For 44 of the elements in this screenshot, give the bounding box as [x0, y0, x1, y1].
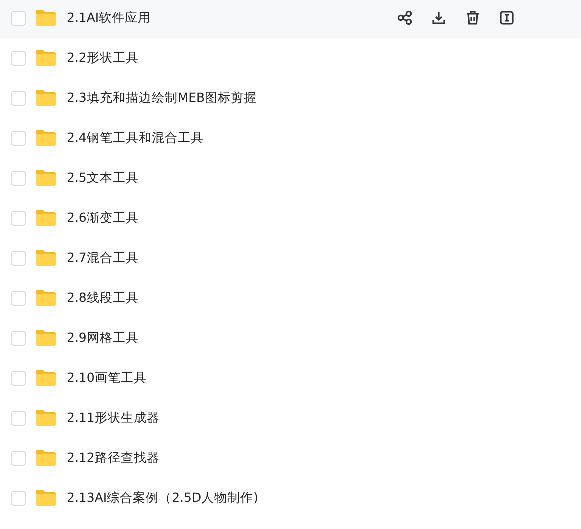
checkbox[interactable] [11, 250, 26, 266]
folder-icon [35, 449, 57, 467]
folder-icon [35, 329, 57, 347]
folder-name[interactable]: 2.13AI综合案例（2.5D人物制作) [67, 490, 258, 506]
share-icon[interactable] [397, 10, 413, 26]
folder-name[interactable]: 2.2形状工具 [67, 50, 139, 66]
folder-icon [35, 9, 57, 27]
checkbox[interactable] [11, 170, 26, 186]
checkbox[interactable] [11, 10, 26, 26]
folder-name[interactable]: 2.1AI软件应用 [67, 10, 152, 26]
checkbox[interactable] [11, 330, 26, 346]
rename-icon[interactable] [499, 10, 515, 26]
folder-icon [35, 409, 57, 427]
folder-icon [35, 49, 57, 67]
folder-name[interactable]: 2.7混合工具 [67, 250, 139, 266]
folder-icon [35, 369, 57, 387]
checkbox[interactable] [11, 210, 26, 226]
folder-icon [35, 289, 57, 307]
folder-icon [35, 209, 57, 227]
checkbox[interactable] [11, 370, 26, 386]
folder-name[interactable]: 2.12路径查找器 [67, 450, 160, 466]
checkbox[interactable] [11, 290, 26, 306]
folder-name[interactable]: 2.3填充和描边绘制MEB图标剪握 [67, 90, 258, 106]
checkbox[interactable] [11, 50, 26, 66]
folder-name[interactable]: 2.10画笔工具 [67, 370, 147, 386]
folder-name[interactable]: 2.9网格工具 [67, 330, 139, 346]
folder-icon [35, 489, 57, 507]
checkbox[interactable] [11, 410, 26, 426]
checkbox[interactable] [11, 490, 26, 506]
folder-icon [35, 89, 57, 107]
folder-name[interactable]: 2.11形状生成器 [67, 410, 160, 426]
folder-name[interactable]: 2.8线段工具 [67, 290, 139, 306]
checkbox[interactable] [11, 130, 26, 146]
checkbox[interactable] [11, 450, 26, 466]
folder-icon [35, 249, 57, 267]
folder-icon [35, 169, 57, 187]
delete-icon[interactable] [465, 10, 481, 26]
checkbox[interactable] [11, 90, 26, 106]
folder-name[interactable]: 2.5文本工具 [67, 170, 139, 186]
file-row-highlight[interactable]: 2.1AI软件应用 [0, 0, 581, 38]
folder-name[interactable]: 2.6渐变工具 [67, 210, 139, 226]
download-icon[interactable] [431, 10, 447, 26]
folder-icon [35, 129, 57, 147]
folder-name[interactable]: 2.4钢笔工具和混合工具 [67, 130, 204, 146]
